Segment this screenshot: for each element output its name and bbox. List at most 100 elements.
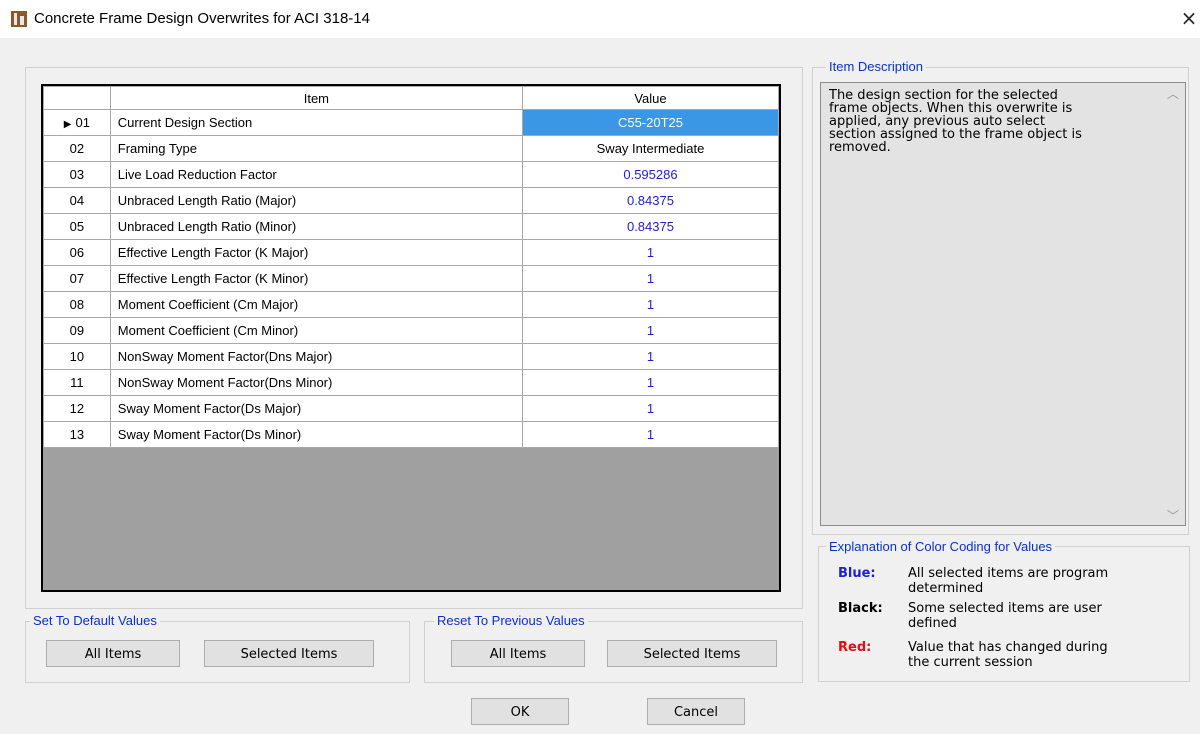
row-item-label: Moment Coefficient (Cm Major)	[109, 291, 523, 318]
description-line: removed.	[829, 140, 891, 155]
row-number-text: 03	[69, 167, 85, 182]
legend-key-blue: Blue:	[838, 566, 876, 581]
row-number: 05	[43, 213, 111, 240]
legend-key-black: Black:	[838, 601, 883, 616]
default-all-items-button[interactable]: All Items	[46, 640, 180, 667]
row-number: 08	[43, 291, 111, 318]
row-item-label: Effective Length Factor (K Major)	[109, 239, 523, 266]
app-icon	[11, 11, 27, 27]
header-item: Item	[109, 86, 523, 110]
row-value-cell[interactable]: 1	[521, 395, 779, 422]
set-default-label: Set To Default Values	[30, 613, 160, 628]
table-row[interactable]: 04 Unbraced Length Ratio (Major) 0.84375	[43, 187, 779, 214]
header-value: Value	[521, 86, 779, 110]
legend-line: the current session	[908, 655, 1033, 670]
row-number-text: 02	[69, 141, 85, 156]
default-selected-items-button[interactable]: Selected Items	[204, 640, 374, 667]
window-title: Concrete Frame Design Overwrites for ACI…	[34, 10, 370, 27]
row-number: 10	[43, 343, 111, 370]
table-row[interactable]: 09 Moment Coefficient (Cm Minor) 1	[43, 317, 779, 344]
row-number-text: 10	[69, 349, 85, 364]
row-value-cell[interactable]: 0.84375	[521, 213, 779, 240]
table-row[interactable]: 08 Moment Coefficient (Cm Major) 1	[43, 291, 779, 318]
legend-desc-blue: All selected items are program determine…	[908, 566, 1178, 596]
row-value-cell[interactable]: 0.595286	[521, 161, 779, 188]
scroll-down-icon[interactable]: ﹀	[1167, 507, 1179, 524]
row-value-cell[interactable]: 1	[521, 265, 779, 292]
scroll-up-icon[interactable]: ︿	[1167, 85, 1179, 102]
row-item-label: Sway Moment Factor(Ds Major)	[109, 395, 523, 422]
row-number: 11	[43, 369, 111, 396]
row-number-text: 08	[69, 297, 85, 312]
row-number: 02	[43, 135, 111, 162]
row-item-label: NonSway Moment Factor(Dns Minor)	[109, 369, 523, 396]
row-number-text: 12	[69, 401, 85, 416]
table-row[interactable]: 05 Unbraced Length Ratio (Minor) 0.84375	[43, 213, 779, 240]
item-description-box[interactable]: The design section for the selected fram…	[820, 82, 1186, 526]
table-row[interactable]: 02 Framing Type Sway Intermediate	[43, 135, 779, 162]
cancel-button[interactable]: Cancel	[647, 698, 745, 725]
row-number: 09	[43, 317, 111, 344]
row-number: 06	[43, 239, 111, 266]
legend-line: determined	[908, 581, 984, 596]
legend-line: All selected items are program	[908, 566, 1109, 581]
table-row[interactable]: 07 Effective Length Factor (K Minor) 1	[43, 265, 779, 292]
legend-key-red: Red:	[838, 640, 872, 655]
table-header-row: Item Value	[43, 86, 779, 110]
legend-desc-black: Some selected items are user defined	[908, 601, 1178, 631]
row-number: 07	[43, 265, 111, 292]
row-number-text: 05	[69, 219, 85, 234]
table-row[interactable]: 13 Sway Moment Factor(Ds Minor) 1	[43, 421, 779, 448]
row-value-cell[interactable]: Sway Intermediate	[521, 135, 779, 162]
row-selected-marker-icon: ▶	[63, 119, 72, 130]
legend-desc-red: Value that has changed during the curren…	[908, 640, 1178, 670]
item-description-text: The design section for the selected fram…	[829, 89, 1149, 154]
item-description-label: Item Description	[826, 59, 926, 74]
legend-line: Value that has changed during	[908, 640, 1108, 655]
row-number: ▶ 01	[43, 109, 111, 136]
row-value-cell[interactable]: 1	[521, 239, 779, 266]
reset-selected-items-button[interactable]: Selected Items	[607, 640, 777, 667]
row-number-text: 07	[69, 271, 85, 286]
row-number-text: 06	[69, 245, 85, 260]
row-item-label: Current Design Section	[109, 109, 523, 136]
row-item-label: Live Load Reduction Factor	[109, 161, 523, 188]
overwrites-table: Item Value ▶ 01 Current Design Section C55-…	[43, 86, 779, 448]
table-row[interactable]: 11 NonSway Moment Factor(Dns Minor) 1	[43, 369, 779, 396]
row-item-label: Unbraced Length Ratio (Major)	[109, 187, 523, 214]
table-row[interactable]: 12 Sway Moment Factor(Ds Major) 1	[43, 395, 779, 422]
legend-line: defined	[908, 616, 957, 631]
row-value-cell[interactable]: 1	[521, 421, 779, 448]
row-number-text: 11	[70, 375, 84, 390]
row-value-cell[interactable]: 1	[521, 369, 779, 396]
table-row[interactable]: 06 Effective Length Factor (K Major) 1	[43, 239, 779, 266]
row-item-label: Sway Moment Factor(Ds Minor)	[109, 421, 523, 448]
close-icon[interactable]: ×	[1178, 6, 1200, 30]
table-row[interactable]: 03 Live Load Reduction Factor 0.595286	[43, 161, 779, 188]
table-row[interactable]: 10 NonSway Moment Factor(Dns Major) 1	[43, 343, 779, 370]
title-bar: Concrete Frame Design Overwrites for ACI…	[0, 0, 1200, 38]
overwrites-grid: Item Value ▶ 01 Current Design Section C55-…	[41, 84, 781, 592]
reset-previous-label: Reset To Previous Values	[434, 613, 588, 628]
ok-button[interactable]: OK	[471, 698, 569, 725]
table-row[interactable]: ▶ 01 Current Design Section C55-20T25	[43, 109, 779, 136]
row-value-cell[interactable]: 1	[521, 291, 779, 318]
row-value-cell[interactable]: 0.84375	[521, 187, 779, 214]
row-number: 03	[43, 161, 111, 188]
row-value-cell[interactable]: 1	[521, 317, 779, 344]
row-number: 12	[43, 395, 111, 422]
row-number: 04	[43, 187, 111, 214]
row-number-text: 04	[69, 193, 85, 208]
row-number-text: 01	[75, 115, 90, 130]
reset-all-items-button[interactable]: All Items	[451, 640, 585, 667]
color-coding-label: Explanation of Color Coding for Values	[826, 539, 1056, 554]
row-item-label: Unbraced Length Ratio (Minor)	[109, 213, 523, 240]
row-number-text: 09	[69, 323, 85, 338]
row-number: 13	[43, 421, 111, 448]
row-number-text: 13	[69, 427, 85, 442]
row-item-label: Framing Type	[109, 135, 523, 162]
row-value-cell[interactable]: 1	[521, 343, 779, 370]
row-item-label: Moment Coefficient (Cm Minor)	[109, 317, 523, 344]
row-item-label: NonSway Moment Factor(Dns Major)	[109, 343, 523, 370]
row-value-cell[interactable]: C55-20T25	[521, 109, 779, 136]
